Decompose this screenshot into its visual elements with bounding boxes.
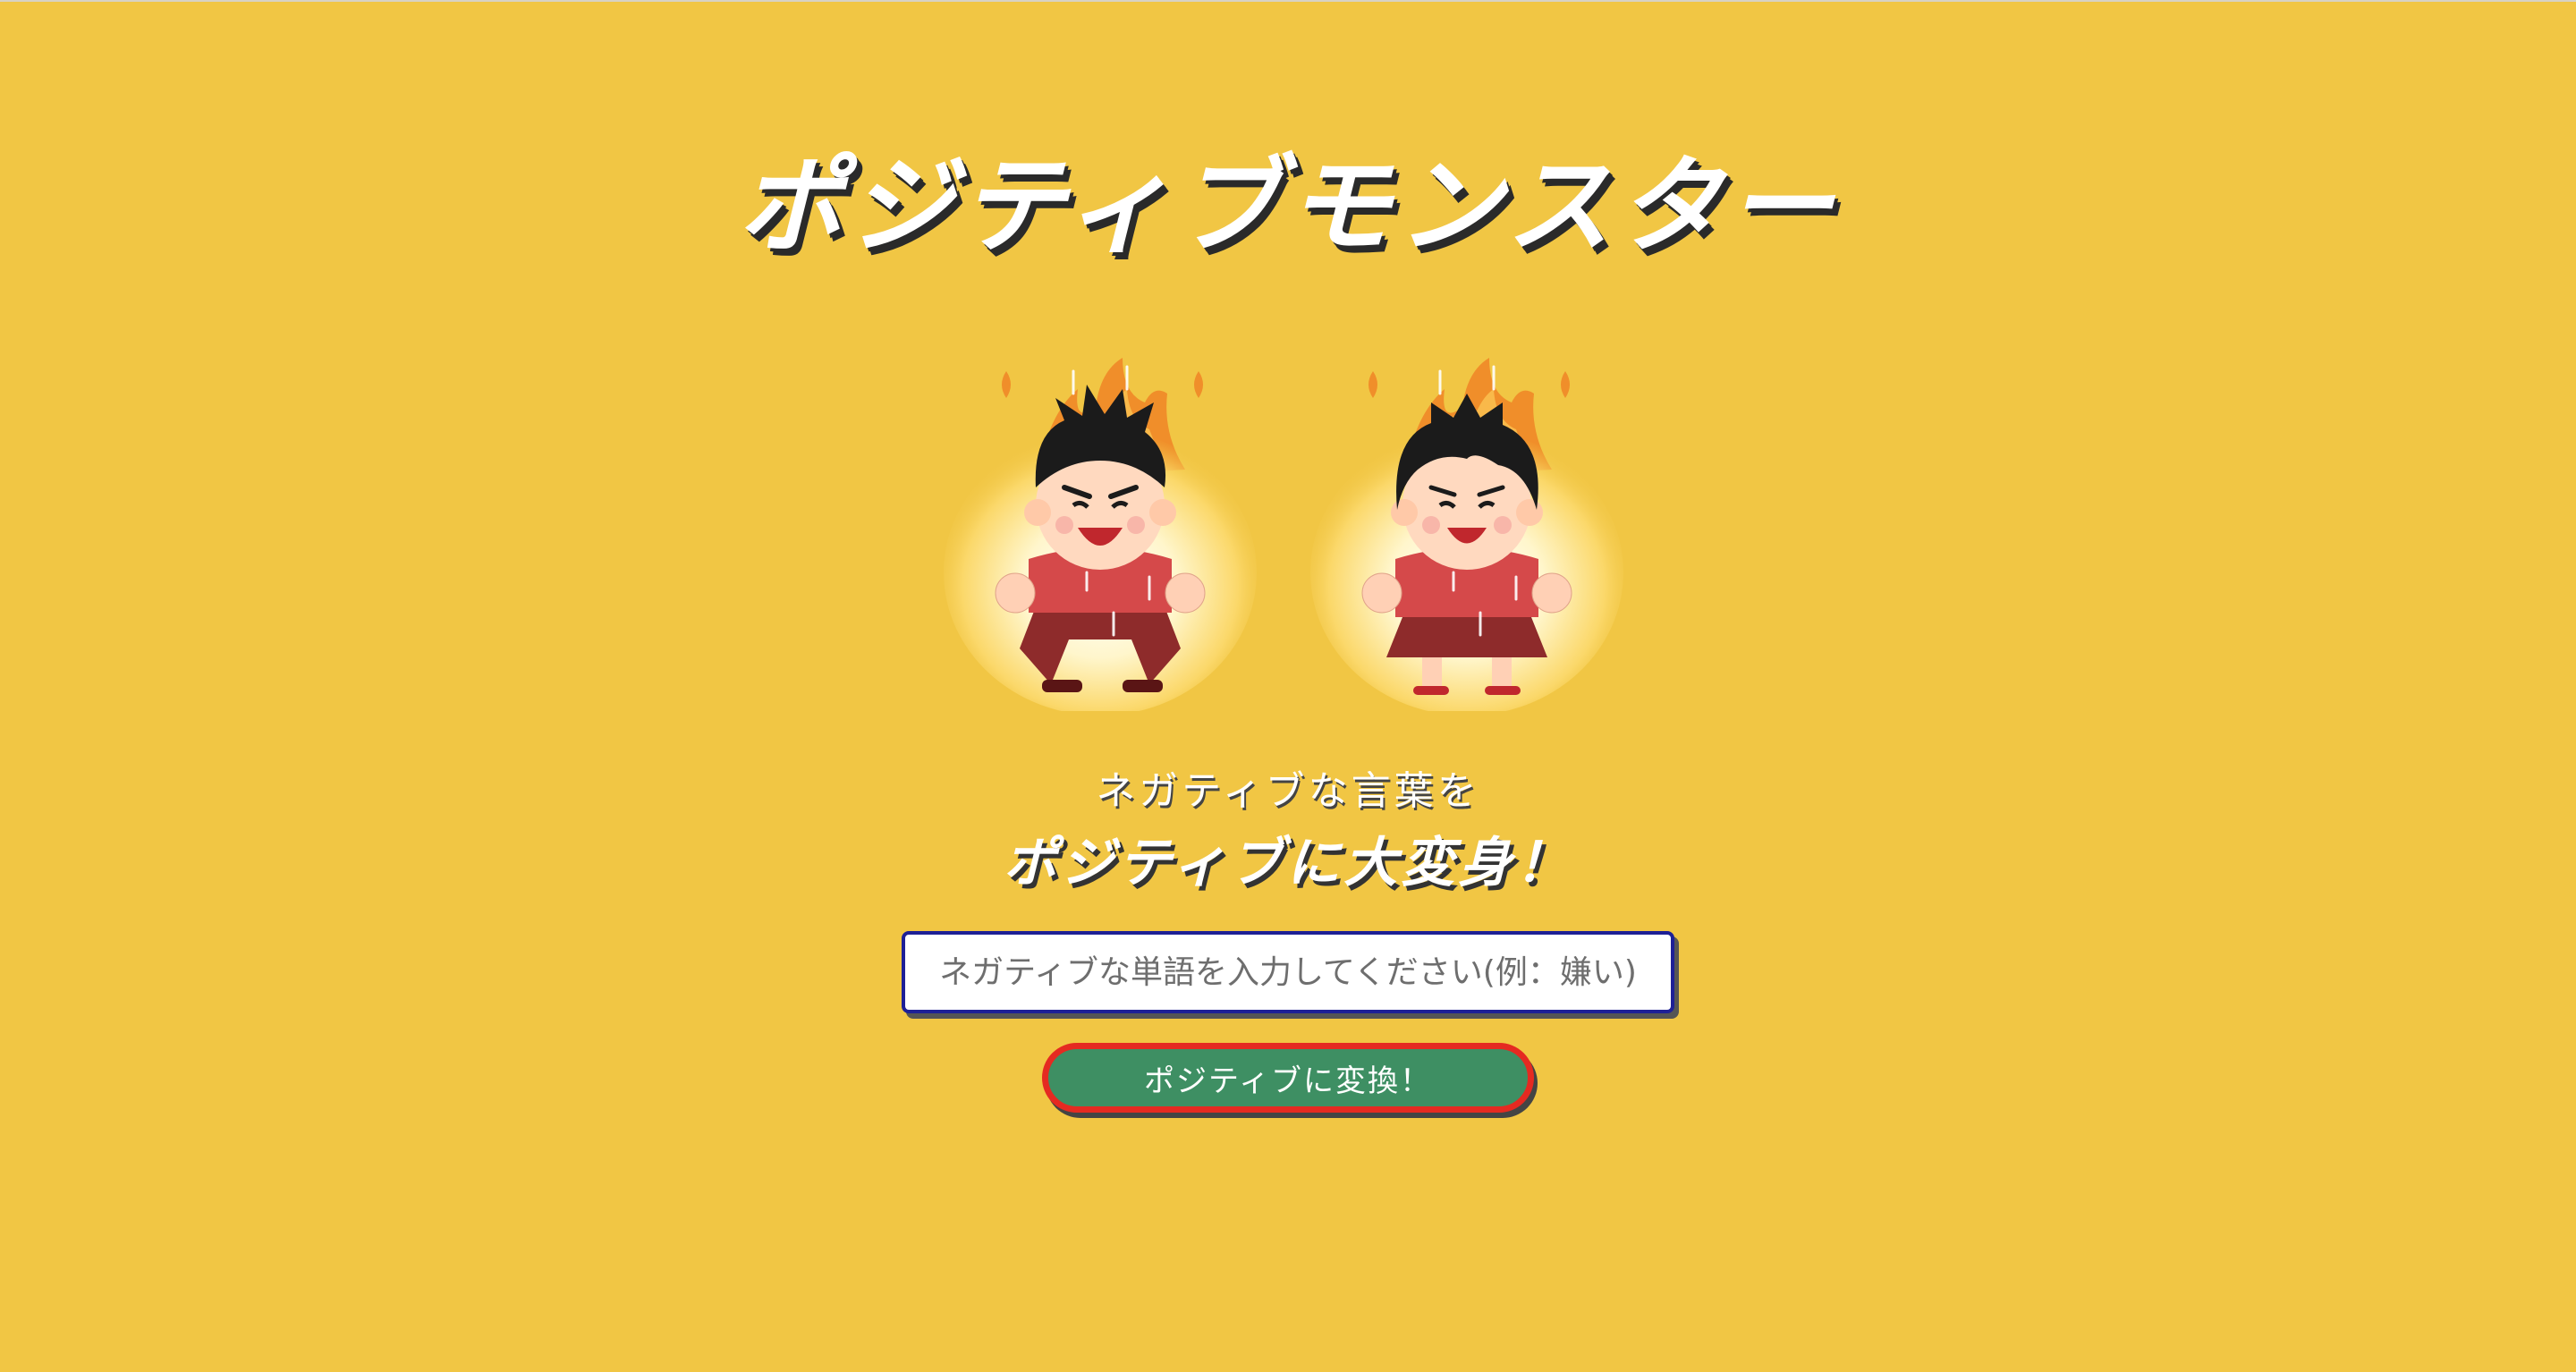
illustration-group [930, 353, 1646, 711]
page: ポジティブモンスター ネガティブな言葉を ポジティブに大変身！ ネガティブな単語… [0, 0, 2576, 1372]
input-wrapper [902, 931, 1674, 1013]
angry-girl-illustration [1310, 358, 1623, 711]
convert-to-positive-button[interactable]: ポジティブに変換！ [1042, 1043, 1534, 1113]
negative-word-input[interactable] [902, 931, 1674, 1013]
tagline-line-1: ネガティブな言葉を [1096, 768, 1480, 814]
page-title: ポジティブモンスター [737, 144, 1839, 267]
angry-boy-illustration [944, 358, 1257, 711]
tagline-line-2: ポジティブに大変身！ [1003, 832, 1573, 894]
